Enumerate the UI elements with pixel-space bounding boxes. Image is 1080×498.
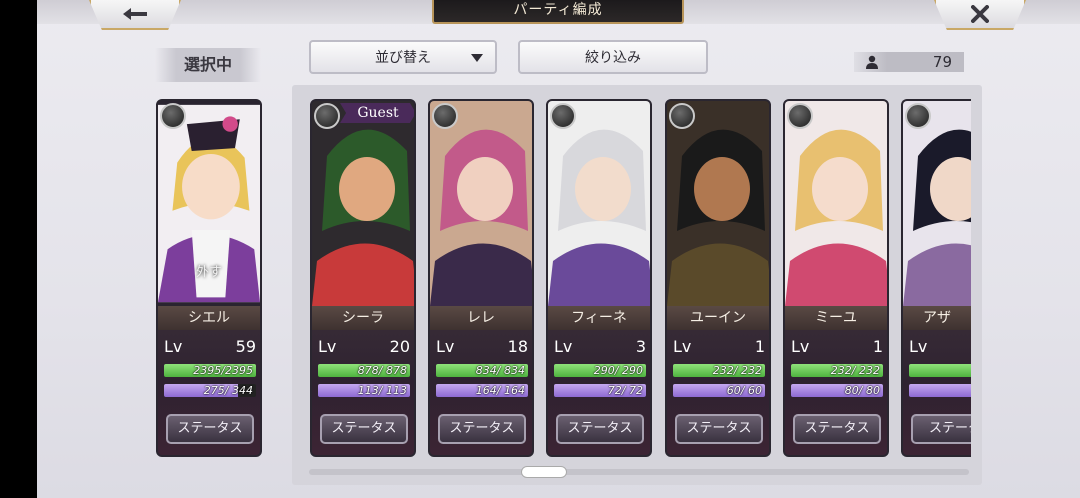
unit-count: 79 bbox=[932, 53, 952, 71]
character-portrait bbox=[312, 101, 414, 306]
guest-tag: Guest bbox=[340, 103, 414, 123]
level-value: 59 bbox=[235, 337, 256, 356]
hp-bar: 232/ 232 bbox=[673, 364, 765, 377]
filter-button[interactable]: 絞り込み bbox=[518, 40, 708, 74]
unit-count-badge: 79 bbox=[854, 52, 964, 72]
hp-text: 2395/2395 bbox=[193, 364, 253, 377]
status-button[interactable]: ステータス bbox=[438, 414, 526, 444]
selected-label: 選択中 bbox=[155, 48, 261, 82]
filter-label: 絞り込み bbox=[585, 50, 641, 66]
screen: パーティ編成 選択中 並び替え 絞り込み 79 外す シエル Lv 59 239… bbox=[37, 0, 1080, 498]
mp-bar: 113/ 113 bbox=[318, 384, 410, 397]
character-card[interactable]: レレ Lv 18 834/ 834 164/ 164 ステータス bbox=[428, 99, 534, 457]
scrollbar-track[interactable] bbox=[309, 469, 969, 475]
level-label: Lv bbox=[909, 337, 928, 356]
character-name: フィーネ bbox=[548, 306, 650, 330]
hp-text: 878/ 878 bbox=[357, 364, 407, 377]
page-title: パーティ編成 bbox=[432, 0, 684, 24]
remove-label[interactable]: 外す bbox=[158, 261, 260, 280]
sort-button[interactable]: 並び替え bbox=[309, 40, 497, 74]
character-portrait bbox=[548, 101, 650, 306]
level-label: Lv bbox=[554, 337, 573, 356]
character-card[interactable]: フィーネ Lv 3 290/ 290 72/ 72 ステータス bbox=[546, 99, 652, 457]
sword-icon bbox=[787, 103, 813, 129]
character-portrait bbox=[667, 101, 769, 306]
level-value: 20 bbox=[389, 337, 410, 356]
character-name: レレ bbox=[430, 306, 532, 330]
level-label: Lv bbox=[318, 337, 337, 356]
hp-text: 232/ 232 bbox=[712, 364, 762, 377]
status-button[interactable]: ステータス bbox=[556, 414, 644, 444]
status-button[interactable]: ステータス bbox=[320, 414, 408, 444]
mp-text: 164/ 164 bbox=[475, 384, 525, 397]
mp-bar: 62/ bbox=[909, 384, 971, 397]
level-value: 18 bbox=[507, 337, 528, 356]
hp-bar: 232/ 232 bbox=[791, 364, 883, 377]
staff-icon bbox=[432, 103, 458, 129]
hp-text: 290/ 290 bbox=[593, 364, 643, 377]
hp-text: 834/ 834 bbox=[475, 364, 525, 377]
hp-bar: 290/ 290 bbox=[554, 364, 646, 377]
mp-text: 275/ 344 bbox=[203, 384, 253, 397]
dropdown-arrow-icon bbox=[471, 54, 483, 62]
person-icon bbox=[866, 55, 878, 69]
hp-bar: 834/ 834 bbox=[436, 364, 528, 377]
character-portrait bbox=[903, 101, 971, 306]
close-x-icon bbox=[971, 5, 989, 23]
hp-bar: 878/ 878 bbox=[318, 364, 410, 377]
mp-text: 60/ 60 bbox=[726, 384, 762, 397]
status-button[interactable]: ステータ bbox=[911, 414, 971, 444]
level-label: Lv bbox=[436, 337, 455, 356]
character-card[interactable]: アザ Lv 230/ 62/ ステータ bbox=[901, 99, 971, 457]
character-name: シエル bbox=[158, 306, 260, 330]
hp-text: 232/ 232 bbox=[830, 364, 880, 377]
hp-bar-fill bbox=[909, 364, 971, 377]
character-card[interactable]: ユーイン Lv 1 232/ 232 60/ 60 ステータス bbox=[665, 99, 771, 457]
character-name: アザ bbox=[903, 306, 971, 330]
status-button[interactable]: ステータス bbox=[166, 414, 254, 444]
level-label: Lv bbox=[164, 337, 183, 356]
selected-character-card[interactable]: 外す シエル Lv 59 2395/2395 275/ 344 ステータス bbox=[156, 99, 262, 457]
status-button[interactable]: ステータス bbox=[793, 414, 881, 444]
level-value: 1 bbox=[754, 337, 765, 356]
level-label: Lv bbox=[673, 337, 692, 356]
mp-bar: 60/ 60 bbox=[673, 384, 765, 397]
mp-text: 80/ 80 bbox=[844, 384, 880, 397]
mp-bar: 164/ 164 bbox=[436, 384, 528, 397]
mp-text: 72/ 72 bbox=[607, 384, 643, 397]
character-portrait bbox=[785, 101, 887, 306]
character-name: シーラ bbox=[312, 306, 414, 330]
mp-bar: 80/ 80 bbox=[791, 384, 883, 397]
bow-icon bbox=[314, 103, 340, 129]
level-value: 1 bbox=[872, 337, 883, 356]
character-card[interactable]: ミーユ Lv 1 232/ 232 80/ 80 ステータス bbox=[783, 99, 889, 457]
back-button[interactable] bbox=[89, 0, 181, 30]
level-value: 3 bbox=[635, 337, 646, 356]
hp-bar: 2395/2395 bbox=[164, 364, 256, 377]
mp-bar: 72/ 72 bbox=[554, 384, 646, 397]
arrow-left-icon bbox=[123, 8, 147, 20]
close-button[interactable] bbox=[934, 0, 1026, 30]
mp-bar: 275/ 344 bbox=[164, 384, 256, 397]
character-name: ミーユ bbox=[785, 306, 887, 330]
status-button[interactable]: ステータス bbox=[675, 414, 763, 444]
level-label: Lv bbox=[791, 337, 810, 356]
mp-bar-fill bbox=[909, 384, 971, 397]
character-portrait bbox=[430, 101, 532, 306]
hp-bar: 230/ bbox=[909, 364, 971, 377]
sword-icon bbox=[905, 103, 931, 129]
character-name: ユーイン bbox=[667, 306, 769, 330]
bow-icon bbox=[160, 103, 186, 129]
staff-icon bbox=[550, 103, 576, 129]
character-card[interactable]: Guest シーラ Lv 20 878/ 878 113/ 113 ステータス bbox=[310, 99, 416, 457]
mp-text: 113/ 113 bbox=[357, 384, 407, 397]
shield-icon bbox=[669, 103, 695, 129]
scrollbar-thumb[interactable] bbox=[521, 466, 567, 478]
sort-label: 並び替え bbox=[375, 50, 431, 66]
